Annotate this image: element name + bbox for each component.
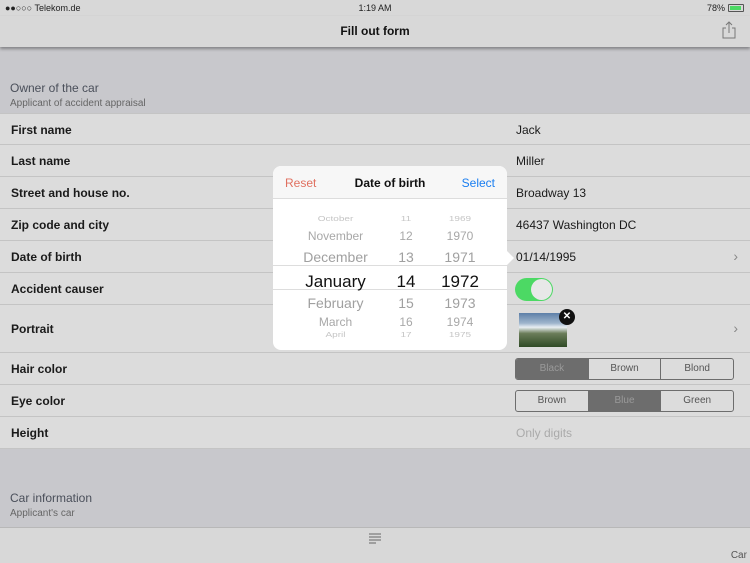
segment-green[interactable]: Green [661,391,733,411]
row-first-name[interactable]: First name Jack [0,113,750,145]
nav-bar: Fill out form [0,16,750,47]
section-subtitle: Applicant of accident appraisal [10,98,146,109]
label: Height [11,426,49,440]
first-name-field[interactable]: Jack [516,123,541,137]
share-icon[interactable] [722,21,736,39]
label: Portrait [11,322,54,336]
zip-field[interactable]: 46437 Washington DC [516,218,636,232]
wheel-item[interactable]: 1974 [431,315,489,329]
battery-percent: 78% [706,3,725,13]
segment-black[interactable]: Black [516,359,589,379]
accident-causer-toggle[interactable] [515,278,553,301]
select-button[interactable]: Select [462,176,495,190]
height-input[interactable]: Only digits [516,426,572,440]
wheel-item[interactable]: 15 [388,295,424,311]
remove-photo-icon[interactable]: ✕ [559,309,575,325]
wheel-item[interactable]: February [283,295,388,311]
wheel-item[interactable]: 16 [388,315,424,329]
popover-arrow [507,251,514,265]
page-title: Fill out form [340,24,410,38]
section-title: Car information [10,491,93,505]
label: Zip code and city [11,218,110,232]
wheel-item[interactable]: 12 [388,229,424,243]
last-name-field[interactable]: Miller [516,154,545,168]
label: Date of birth [11,250,82,264]
row-eye-color: Eye color Brown Blue Green [0,385,750,417]
street-field[interactable]: Broadway 13 [516,186,586,200]
wheel-item[interactable]: 1975 [431,332,489,340]
clock: 1:19 AM [358,3,392,13]
tab-label: Car data [730,550,750,561]
eye-color-segmented: Brown Blue Green [515,390,734,412]
wheel-item[interactable]: November [283,229,388,243]
hair-color-segmented: Black Brown Blond [515,358,734,380]
chevron-right-icon: › [733,320,738,336]
chevron-right-icon: › [733,248,738,264]
label: Street and house no. [11,186,130,200]
date-wheel[interactable]: October November December January February Ma… [273,206,507,346]
wheel-item[interactable]: 14 [388,272,424,292]
label: Accident causer [11,282,104,296]
wheel-item[interactable]: January [283,272,388,292]
label: Eye color [11,394,66,408]
section-car: Car information Applicant's car [10,491,92,519]
segment-blond[interactable]: Blond [661,359,733,379]
wheel-item[interactable]: 1969 [431,216,489,224]
wheel-item[interactable]: 17 [388,332,424,340]
list-icon [369,533,381,544]
wheel-item[interactable]: 1973 [431,295,489,311]
wheel-item[interactable]: October [283,216,388,224]
section-title: Owner of the car [10,81,99,95]
wheel-item[interactable]: 13 [388,249,424,265]
wheel-item[interactable]: 1970 [431,229,489,243]
label: First name [11,123,72,137]
wheel-item[interactable]: December [283,249,388,265]
label: Last name [11,154,71,168]
segment-blue[interactable]: Blue [588,391,662,411]
status-bar: ●●○○○ Telekom.de 1:19 AM 78% [0,0,750,16]
wheel-item[interactable]: April [283,332,388,340]
tab-car-data[interactable]: Car data [0,527,750,563]
battery-icon [728,4,744,12]
dob-value[interactable]: 01/14/1995 [516,250,576,264]
section-subtitle: Applicant's car [10,508,75,519]
row-height[interactable]: Height Only digits [0,417,750,449]
section-owner: Owner of the car Applicant of accident a… [10,81,146,109]
label: Hair color [11,362,68,376]
wheel-item[interactable]: 11 [388,216,424,224]
wheel-item[interactable]: March [283,315,388,329]
row-hair-color: Hair color Black Brown Blond [0,353,750,385]
date-picker-popover: Reset Date of birth Select October Novemb… [273,166,514,350]
wheel-item[interactable]: 1972 [431,272,489,292]
segment-brown[interactable]: Brown [589,359,662,379]
segment-brown[interactable]: Brown [516,391,589,411]
wheel-item[interactable]: 1971 [431,249,489,265]
